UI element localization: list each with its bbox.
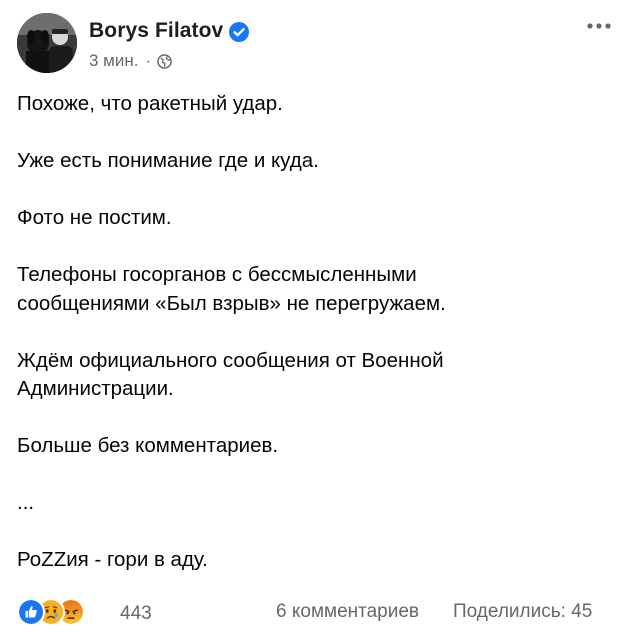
post-line: Администрации.	[17, 377, 174, 400]
post-paragraph: Похоже, что ракетный удар.	[17, 90, 617, 119]
post-line: ...	[17, 491, 35, 514]
shares-link[interactable]: Поделились: 45	[453, 601, 592, 623]
post-line: Телефоны госорганов с бессмысленными	[17, 263, 417, 286]
globe-icon	[157, 53, 172, 69]
post-line: Больше без комментариев.	[17, 434, 279, 457]
post-text: Похоже, что ракетный удар. Уже есть пони…	[17, 90, 617, 603]
meta-separator: ·	[145, 51, 152, 70]
like-reaction-icon	[17, 598, 45, 626]
post-paragraph: Уже есть понимание где и куда.	[17, 147, 617, 176]
post-paragraph: Фото не постим.	[17, 204, 617, 233]
post-footer: 443 6 комментариев Поделились: 45	[0, 596, 628, 628]
post-paragraph: ...	[17, 489, 617, 518]
post-line: РоZZия - гори в аду.	[17, 548, 208, 571]
post-meta: 3 мин. ·	[89, 51, 172, 71]
post-line: Уже есть понимание где и куда.	[17, 149, 319, 172]
post-line: Фото не постим.	[17, 206, 172, 229]
verified-badge-icon	[229, 22, 249, 42]
post-paragraph: Ждём официального сообщения от Военной А…	[17, 347, 617, 404]
post-paragraph: РоZZия - гори в аду.	[17, 546, 617, 575]
post-timestamp[interactable]: 3 мин.	[89, 51, 138, 71]
post-paragraph: Телефоны госорганов с бессмысленными соо…	[17, 261, 617, 318]
post-line: сообщениями «Был взрыв» не перегружаем.	[17, 291, 446, 315]
post-paragraph: Больше без комментариев.	[17, 432, 617, 461]
post-line: Похоже, что ракетный удар.	[17, 92, 283, 115]
comments-link[interactable]: 6 комментариев	[276, 601, 419, 623]
author-avatar[interactable]	[17, 13, 77, 73]
reaction-count: 443	[120, 603, 152, 624]
author-name[interactable]: Borys Filatov	[89, 19, 223, 43]
more-options-icon[interactable]	[584, 17, 614, 35]
post-line: Ждём официального сообщения от Военной	[17, 348, 444, 372]
avatar-photo	[17, 13, 77, 73]
facebook-post: Borys Filatov 3 мин. · Похоже, что ракет…	[0, 0, 628, 640]
